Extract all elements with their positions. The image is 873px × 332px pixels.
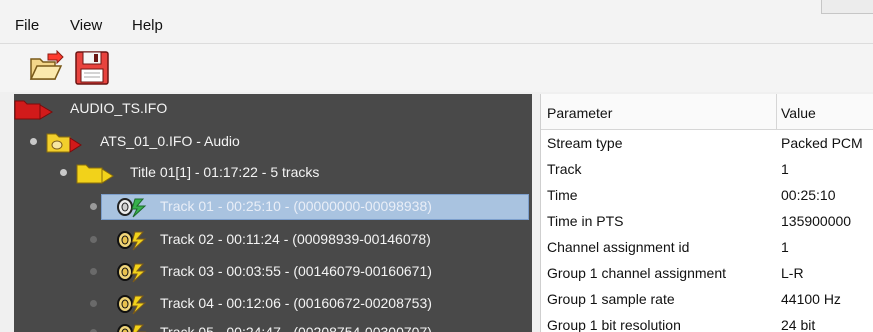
- menu-help[interactable]: Help: [132, 17, 163, 34]
- table-header: Parameter Value: [541, 94, 873, 130]
- table-row[interactable]: Group 1 channel assignment L-R: [541, 261, 873, 287]
- file-tree[interactable]: AUDIO_TS.IFO ATS_01_0.IFO - Audio Title …: [14, 94, 532, 332]
- param-cell: Time: [547, 187, 578, 203]
- expand-icon[interactable]: [90, 300, 97, 307]
- column-header-value[interactable]: Value: [781, 105, 816, 121]
- table-row[interactable]: Track 1: [541, 157, 873, 183]
- table-row[interactable]: Group 1 sample rate 44100 Hz: [541, 287, 873, 313]
- expand-icon[interactable]: [60, 169, 67, 176]
- value-cell: Packed PCM: [781, 135, 863, 151]
- toolbar: [0, 44, 873, 92]
- value-cell: 135900000: [781, 213, 852, 229]
- tree-label-track: Track 04 - 00:12:06 - (00160672-00208753…: [160, 295, 432, 311]
- column-divider[interactable]: [776, 94, 777, 130]
- param-cell: Track: [547, 161, 582, 177]
- value-cell: 44100 Hz: [781, 291, 841, 307]
- audio-track-icon: [117, 324, 147, 332]
- menu-view[interactable]: View: [70, 17, 102, 34]
- tree-node-track[interactable]: Track 03 - 00:03:55 - (00146079-00160671…: [14, 259, 532, 285]
- param-cell: Group 1 sample rate: [547, 291, 675, 307]
- audio-folder-icon: [46, 133, 82, 153]
- value-cell: 1: [781, 239, 789, 255]
- open-folder-icon: [29, 49, 64, 80]
- tree-node-title[interactable]: Title 01[1] - 01:17:22 - 5 tracks: [14, 160, 532, 186]
- table-row[interactable]: Group 1 bit resolution 24 bit: [541, 313, 873, 332]
- tree-label-track: Track 02 - 00:11:24 - (00098939-00146078…: [160, 231, 431, 247]
- expand-icon[interactable]: [90, 203, 97, 210]
- table-row[interactable]: Stream type Packed PCM: [541, 131, 873, 157]
- tree-node-root[interactable]: AUDIO_TS.IFO: [14, 96, 532, 122]
- menu-bar: File View Help: [0, 0, 873, 44]
- param-cell: Channel assignment id: [547, 239, 690, 255]
- expand-icon[interactable]: [90, 236, 97, 243]
- tree-node-track[interactable]: Track 04 - 00:12:06 - (00160672-00208753…: [14, 291, 532, 317]
- tree-node-track[interactable]: Track 01 - 00:25:10 - (00000000-00098938…: [14, 194, 532, 220]
- tree-label-track: Track 01 - 00:25:10 - (00000000-00098938…: [160, 198, 432, 214]
- param-cell: Group 1 channel assignment: [547, 265, 726, 281]
- save-floppy-icon: [75, 51, 109, 85]
- properties-table: Parameter Value Stream type Packed PCM T…: [540, 94, 873, 332]
- menu-file[interactable]: File: [15, 17, 39, 34]
- value-cell: 00:25:10: [781, 187, 836, 203]
- table-row[interactable]: Channel assignment id 1: [541, 235, 873, 261]
- save-button[interactable]: [74, 50, 110, 86]
- tree-node-track[interactable]: Track 02 - 00:11:24 - (00098939-00146078…: [14, 227, 532, 253]
- audio-track-icon: [117, 231, 147, 251]
- table-row[interactable]: Time 00:25:10: [541, 183, 873, 209]
- yellow-folder-icon: [76, 164, 114, 184]
- value-cell: L-R: [781, 265, 804, 281]
- param-cell: Group 1 bit resolution: [547, 317, 681, 332]
- expand-icon[interactable]: [30, 138, 37, 145]
- tree-node-ats[interactable]: ATS_01_0.IFO - Audio: [14, 129, 532, 155]
- param-cell: Stream type: [547, 135, 623, 151]
- audio-track-icon: [117, 295, 147, 315]
- tree-label-ats: ATS_01_0.IFO - Audio: [100, 133, 240, 149]
- expand-icon[interactable]: [90, 268, 97, 275]
- tree-label-track: Track 03 - 00:03:55 - (00146079-00160671…: [160, 263, 432, 279]
- param-cell: Time in PTS: [547, 213, 624, 229]
- tree-label-track: Track 05 - 00:24:47 - (00208754-00300707…: [160, 324, 432, 332]
- column-header-parameter[interactable]: Parameter: [547, 105, 612, 121]
- tree-label-title: Title 01[1] - 01:17:22 - 5 tracks: [130, 164, 320, 180]
- audio-track-icon: [117, 263, 147, 283]
- tree-node-track[interactable]: Track 05 - 00:24:47 - (00208754-00300707…: [14, 320, 532, 332]
- value-cell: 24 bit: [781, 317, 816, 332]
- tree-label-root: AUDIO_TS.IFO: [70, 100, 168, 116]
- audio-track-icon: [117, 198, 147, 218]
- red-folder-icon: [14, 100, 53, 120]
- window-corner: [821, 0, 873, 14]
- open-button[interactable]: [28, 49, 64, 86]
- table-row[interactable]: Time in PTS 135900000: [541, 209, 873, 235]
- value-cell: 1: [781, 161, 789, 177]
